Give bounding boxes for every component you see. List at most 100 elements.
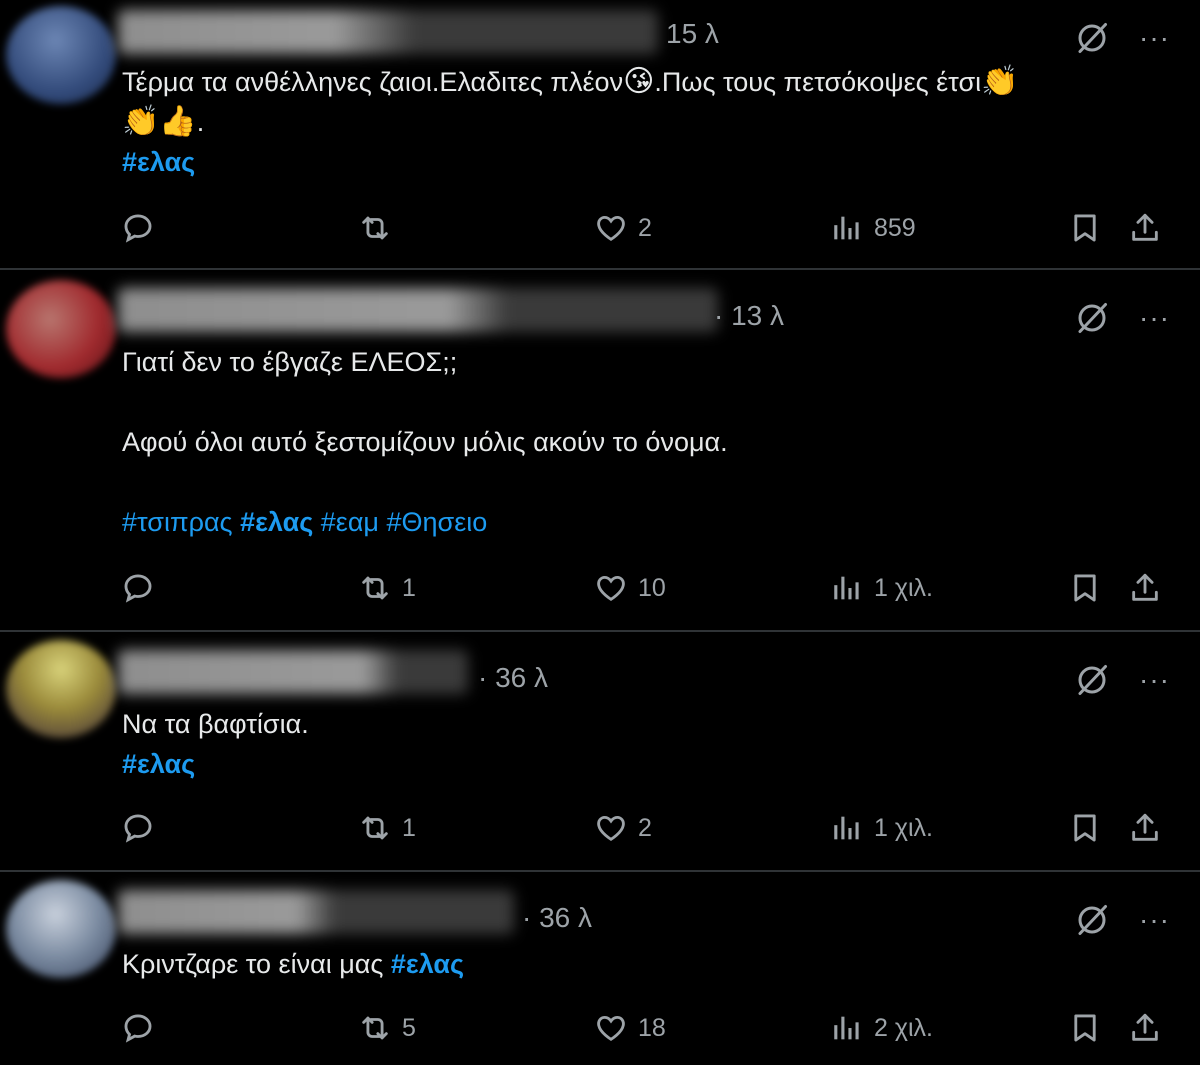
like-count: 2: [638, 813, 652, 842]
views-icon: [830, 211, 864, 245]
retweet-button[interactable]: [358, 206, 402, 250]
bookmark-button[interactable]: [1068, 566, 1102, 610]
heart-icon: [594, 1011, 628, 1045]
bookmark-icon: [1068, 571, 1102, 605]
tweet-text: Κριντζαρε το είναι μας #ελας: [122, 944, 1150, 984]
tweet-text-part: .Πως τους πετσόκοψες έτσι: [654, 67, 982, 97]
share-button[interactable]: [1128, 206, 1162, 250]
view-count: 859: [874, 213, 916, 242]
blurred-username[interactable]: [118, 288, 718, 332]
reply-button[interactable]: [121, 1006, 165, 1050]
tweet-actions: 2 859: [0, 206, 1200, 250]
share-icon: [1128, 211, 1162, 245]
hashtag-link[interactable]: #ελας: [391, 949, 464, 979]
heart-icon: [594, 571, 628, 605]
clap-emoji: 👏: [981, 65, 1019, 98]
retweet-icon: [358, 1011, 392, 1045]
tweet-2[interactable]: · 13 λ ··· Γιατί δεν το έβγαζε ΕΛΕΟΣ;; Α…: [0, 270, 1200, 632]
kiss-emoji: 😘: [623, 65, 655, 98]
like-button[interactable]: 2: [594, 206, 652, 250]
timestamp[interactable]: · 36 λ: [522, 902, 592, 934]
hashtag-link[interactable]: #ελας: [122, 749, 195, 779]
like-button[interactable]: 10: [594, 566, 666, 610]
retweet-button[interactable]: 1: [358, 806, 416, 850]
timestamp[interactable]: · 36 λ: [478, 662, 548, 694]
grok-icon[interactable]: [1074, 902, 1110, 938]
tweet-line: Να τα βαφτίσια.: [122, 709, 309, 739]
share-button[interactable]: [1128, 806, 1162, 850]
hashtag-link[interactable]: #Θησειο: [387, 507, 488, 537]
share-icon: [1128, 571, 1162, 605]
grok-icon[interactable]: [1074, 300, 1110, 336]
reply-icon: [121, 1011, 155, 1045]
heart-icon: [594, 811, 628, 845]
grok-icon[interactable]: [1074, 20, 1110, 56]
reply-button[interactable]: [121, 806, 165, 850]
reply-icon: [121, 211, 155, 245]
reply-button[interactable]: [121, 206, 165, 250]
blurred-username[interactable]: [118, 10, 658, 54]
tweet-1[interactable]: 15 λ ··· Τέρμα τα ανθέλληνες ζαιοι.Ελαδι…: [0, 0, 1200, 270]
reply-icon: [121, 571, 155, 605]
heart-icon: [594, 211, 628, 245]
timestamp[interactable]: · 13 λ: [714, 300, 784, 332]
like-count: 10: [638, 573, 666, 602]
hashtag-link[interactable]: #ελας: [122, 147, 195, 177]
avatar[interactable]: [6, 880, 116, 978]
retweet-count: 5: [402, 1013, 416, 1042]
avatar[interactable]: [6, 640, 116, 738]
views-button[interactable]: 859: [830, 206, 916, 250]
more-options-icon[interactable]: ···: [1139, 304, 1170, 332]
hashtag-link[interactable]: #εαμ: [321, 507, 379, 537]
views-icon: [830, 1011, 864, 1045]
clap-thumbs-emoji: 👏👍: [122, 105, 197, 138]
like-button[interactable]: 18: [594, 1006, 666, 1050]
retweet-count: 1: [402, 813, 416, 842]
like-count: 18: [638, 1013, 666, 1042]
views-button[interactable]: 1 χιλ.: [830, 566, 933, 610]
retweet-button[interactable]: 1: [358, 566, 416, 610]
hashtag-link[interactable]: #τσιπρας: [122, 507, 233, 537]
tweet-line: Κριντζαρε το είναι μας: [122, 949, 391, 979]
tweet-4[interactable]: · 36 λ ··· Κριντζαρε το είναι μας #ελας …: [0, 872, 1200, 1065]
retweet-count: 1: [402, 573, 416, 602]
tweet-actions: 1 2 1 χιλ.: [0, 806, 1200, 850]
like-count: 2: [638, 213, 652, 242]
blurred-username[interactable]: [118, 890, 514, 934]
more-options-icon[interactable]: ···: [1139, 24, 1170, 52]
bookmark-icon: [1068, 211, 1102, 245]
grok-icon[interactable]: [1074, 662, 1110, 698]
bookmark-icon: [1068, 811, 1102, 845]
reply-icon: [121, 811, 155, 845]
avatar[interactable]: [6, 6, 116, 104]
bookmark-icon: [1068, 1011, 1102, 1045]
tweet-line: Αφού όλοι αυτό ξεστομίζουν μόλις ακούν τ…: [122, 427, 728, 457]
tweet-3[interactable]: · 36 λ ··· Να τα βαφτίσια. #ελας 1 2 1 χ…: [0, 632, 1200, 872]
tweet-line: Γιατί δεν το έβγαζε ΕΛΕΟΣ;;: [122, 347, 458, 377]
more-options-icon[interactable]: ···: [1139, 906, 1170, 934]
hashtag-link[interactable]: #ελας: [240, 507, 313, 537]
avatar[interactable]: [6, 280, 116, 378]
views-icon: [830, 571, 864, 605]
views-button[interactable]: 1 χιλ.: [830, 806, 933, 850]
bookmark-button[interactable]: [1068, 1006, 1102, 1050]
retweet-icon: [358, 211, 392, 245]
timestamp[interactable]: 15 λ: [666, 18, 719, 50]
retweet-button[interactable]: 5: [358, 1006, 416, 1050]
more-options-icon[interactable]: ···: [1139, 666, 1170, 694]
bookmark-button[interactable]: [1068, 806, 1102, 850]
view-count: 1 χιλ.: [874, 813, 933, 842]
tweet-text: Γιατί δεν το έβγαζε ΕΛΕΟΣ;; Αφού όλοι αυ…: [122, 342, 1150, 542]
like-button[interactable]: 2: [594, 806, 652, 850]
share-button[interactable]: [1128, 1006, 1162, 1050]
share-icon: [1128, 1011, 1162, 1045]
views-button[interactable]: 2 χιλ.: [830, 1006, 933, 1050]
blurred-username[interactable]: [118, 650, 468, 694]
reply-button[interactable]: [121, 566, 165, 610]
view-count: 2 χιλ.: [874, 1013, 933, 1042]
share-icon: [1128, 811, 1162, 845]
tweet-actions: 5 18 2 χιλ.: [0, 1006, 1200, 1050]
view-count: 1 χιλ.: [874, 573, 933, 602]
bookmark-button[interactable]: [1068, 206, 1102, 250]
share-button[interactable]: [1128, 566, 1162, 610]
